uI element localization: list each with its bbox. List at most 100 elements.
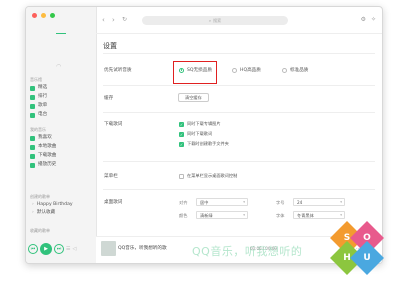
font-select[interactable]: 冬青黑体 ▾ bbox=[293, 211, 345, 219]
size-label: 字号 bbox=[276, 200, 285, 205]
checkbox-lyrics[interactable]: ✓ 同时下载歌词 bbox=[179, 131, 212, 137]
sidebar-item-radio[interactable]: 电台 bbox=[30, 111, 90, 119]
badge-tile: U bbox=[350, 241, 384, 275]
volume-icon[interactable]: ◁ bbox=[72, 246, 76, 252]
play-icon[interactable]: ▶ bbox=[40, 243, 52, 255]
checkbox-label: 同时下载专辑图片 bbox=[187, 121, 221, 126]
sidebar-item-label: 下载歌曲 bbox=[38, 153, 57, 158]
checkbox-album-art[interactable]: ✓ 同时下载专辑图片 bbox=[179, 121, 221, 127]
computer-icon bbox=[30, 144, 35, 150]
radio-standard-quality[interactable]: 标准品质 bbox=[282, 67, 308, 73]
desktop-lyrics-label: 桌面歌词 bbox=[104, 200, 123, 205]
close-window-button[interactable] bbox=[32, 13, 37, 18]
chevron-down-icon: ▾ bbox=[340, 213, 342, 217]
radio-hq-quality[interactable]: HQ高品质 bbox=[232, 67, 261, 73]
section-music-label: 音乐馆 bbox=[30, 77, 42, 82]
clear-cache-button[interactable]: 清空缓存 bbox=[178, 93, 209, 102]
radio-sq-quality[interactable]: SQ无损品质 bbox=[179, 67, 212, 73]
radio-label: SQ无损品质 bbox=[187, 68, 212, 73]
checkbox-artist-folder[interactable]: ✓ 下载时创建歌手文件夹 bbox=[179, 141, 229, 147]
ranking-icon bbox=[30, 94, 35, 100]
maximize-window-button[interactable] bbox=[50, 13, 55, 18]
next-icon[interactable]: ⏭ bbox=[54, 244, 64, 254]
player-controls: ⏮ ▶ ⏭ ☰ ◁ bbox=[28, 243, 76, 255]
divider bbox=[103, 85, 375, 86]
chevron-down-icon: ▾ bbox=[243, 200, 245, 204]
align-value: 居中 bbox=[200, 200, 209, 205]
history-icon bbox=[30, 162, 35, 168]
color-select[interactable]: 清新绿 ▾ bbox=[196, 211, 248, 219]
forward-button[interactable]: › bbox=[112, 16, 115, 24]
sidebar-item-local[interactable]: 本地歌曲 bbox=[30, 143, 90, 151]
settings-panel: 设置 优先试听音质 SQ无损品质 HQ高品质 标准品质 缓存 清空缓存 下载歌词… bbox=[96, 33, 382, 237]
divider bbox=[103, 161, 375, 162]
refresh-button[interactable]: ↻ bbox=[122, 16, 127, 24]
sidebar-item-ranking[interactable]: 排行 bbox=[30, 93, 90, 101]
sidebar-item-downloads[interactable]: 下载歌曲 bbox=[30, 152, 90, 160]
playlist-item[interactable]: Happy Birthday bbox=[32, 201, 73, 209]
sidebar-item-featured[interactable]: 精选 bbox=[30, 84, 90, 92]
search-input[interactable]: ⌕ 搜索 bbox=[142, 16, 288, 25]
font-value: 冬青黑体 bbox=[297, 213, 314, 218]
sidebar: ◠ 音乐馆 精选 排行 歌单 电台 我的音乐 我喜欢 本地歌曲 下载歌曲 播放历… bbox=[26, 7, 97, 263]
list-icon[interactable]: ☰ bbox=[66, 246, 70, 252]
download-lyrics-label: 下载歌词 bbox=[104, 122, 123, 127]
divider bbox=[103, 189, 375, 190]
section-mine-label: 我的音乐 bbox=[30, 127, 46, 132]
gear-icon[interactable]: ⚙ bbox=[361, 16, 366, 23]
time-display: 00:00 / 00:00 bbox=[250, 246, 277, 251]
checkbox-menubar-lyrics[interactable]: 在菜单栏显示桌面歌词控制 bbox=[179, 173, 237, 179]
radio-circle bbox=[232, 67, 237, 73]
align-select[interactable]: 居中 ▾ bbox=[196, 198, 248, 206]
radio-label: 标准品质 bbox=[290, 68, 309, 73]
album-cover[interactable] bbox=[101, 241, 116, 256]
back-button[interactable]: ‹ bbox=[102, 16, 105, 24]
sidebar-item-label: 我喜欢 bbox=[38, 135, 52, 140]
download-icon bbox=[30, 153, 35, 159]
music-hall-icon bbox=[30, 85, 35, 91]
search-placeholder: 搜索 bbox=[213, 18, 222, 23]
previous-icon[interactable]: ⏮ bbox=[28, 244, 38, 254]
radio-icon bbox=[30, 112, 35, 118]
heart-icon bbox=[30, 135, 35, 141]
checkbox-label: 同时下载歌词 bbox=[187, 131, 213, 136]
sidebar-item-history[interactable]: 播放历史 bbox=[30, 161, 90, 169]
radio-circle bbox=[282, 67, 287, 73]
menubar-label: 菜单栏 bbox=[104, 174, 118, 179]
sidebar-item-label: 电台 bbox=[38, 112, 48, 117]
font-label: 字体 bbox=[276, 213, 285, 218]
minimize-window-button[interactable] bbox=[41, 13, 46, 18]
check-icon: ✓ bbox=[179, 141, 184, 147]
sidebar-item-playlists[interactable]: 歌单 bbox=[30, 102, 90, 110]
skin-icon[interactable]: ✧ bbox=[371, 16, 376, 23]
section-collected-label: 收藏的歌单 bbox=[30, 228, 50, 233]
sidebar-item-label: 排行 bbox=[38, 94, 48, 99]
divider bbox=[103, 53, 375, 54]
cache-label: 缓存 bbox=[104, 96, 114, 101]
divider bbox=[103, 112, 375, 113]
song-title: QQ音乐，听我想听的歌 bbox=[118, 246, 167, 251]
sidebar-item-label: 精选 bbox=[38, 85, 48, 90]
sidebar-item-favorites[interactable]: 我喜欢 bbox=[30, 134, 90, 142]
window-controls bbox=[32, 13, 55, 18]
app-window: ◠ 音乐馆 精选 排行 歌单 电台 我的音乐 我喜欢 本地歌曲 下载歌曲 播放历… bbox=[25, 6, 383, 264]
size-select[interactable]: 24 ▾ bbox=[293, 198, 345, 206]
check-icon: ✓ bbox=[179, 121, 184, 127]
search-icon: ⌕ bbox=[208, 18, 212, 23]
playlist-item[interactable]: 默认收藏 bbox=[32, 209, 55, 217]
sidebar-item-label: 歌单 bbox=[38, 103, 48, 108]
sidebar-item-label: 本地歌曲 bbox=[38, 144, 57, 149]
checkbox-label: 下载时创建歌手文件夹 bbox=[187, 141, 229, 146]
checkbox-empty bbox=[179, 173, 184, 179]
size-value: 24 bbox=[297, 200, 303, 205]
checkbox-label: 在菜单栏显示桌面歌词控制 bbox=[187, 173, 238, 178]
chevron-down-icon: ▾ bbox=[243, 213, 245, 217]
sidebar-item-label: 播放历史 bbox=[38, 162, 57, 167]
app-logo bbox=[56, 33, 66, 34]
section-created-label: 创建的歌单 bbox=[30, 194, 50, 199]
radio-label: HQ高品质 bbox=[240, 68, 261, 73]
playlist-icon bbox=[30, 103, 35, 109]
align-label: 对齐 bbox=[179, 200, 188, 205]
check-icon: ✓ bbox=[179, 131, 184, 137]
wifi-icon: ◠ bbox=[56, 63, 62, 70]
